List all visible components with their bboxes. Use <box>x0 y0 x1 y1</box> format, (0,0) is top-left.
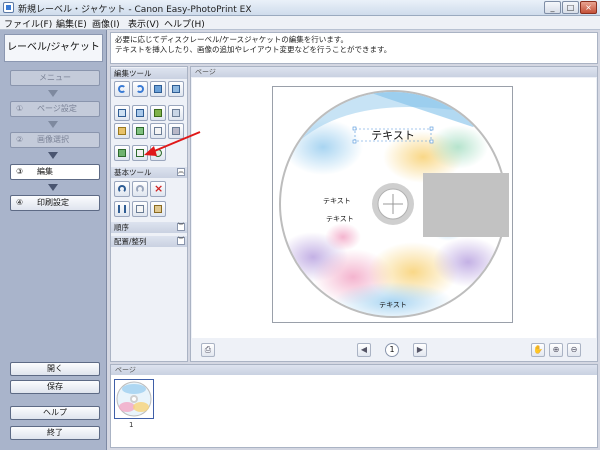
edit-tools-header: 編集ツール <box>111 68 187 79</box>
disc-text[interactable]: テキスト <box>323 197 351 205</box>
menu-file[interactable]: ファイル(F) <box>4 17 52 30</box>
arrange-label: 配置/整列 <box>114 237 147 246</box>
paint-icon[interactable] <box>168 123 184 139</box>
printer-icon[interactable]: ⎙ <box>201 343 215 357</box>
image-placeholder[interactable] <box>423 173 509 237</box>
app-icon <box>3 2 14 13</box>
basic-tools-header: 基本ツール ︽ <box>111 167 187 178</box>
page-number: 1 <box>385 343 399 357</box>
step-label: 画像選択 <box>37 135 69 144</box>
step-label: メニュー <box>39 73 71 82</box>
step-number: ④ <box>16 198 24 207</box>
copy-image-icon[interactable] <box>132 123 148 139</box>
step-image-select[interactable]: ② 画像選択 <box>10 132 100 148</box>
disc-text[interactable]: テキスト <box>326 215 354 223</box>
undo-icon[interactable] <box>114 181 130 197</box>
text-box-icon[interactable] <box>132 105 148 121</box>
step-edit[interactable]: ③ 編集 <box>10 164 100 180</box>
order-header[interactable]: 順序 ︾ <box>111 222 187 233</box>
disc-label[interactable]: テキスト テキスト テキスト テキスト <box>273 87 512 322</box>
step-page-setup[interactable]: ① ページ設定 <box>10 101 100 117</box>
menu-bar: ファイル(F) 編集(E) 画像(I) 表示(V) ヘルプ(H) <box>0 16 600 30</box>
step-number: ② <box>16 135 24 144</box>
chevron-up-icon[interactable]: ︽ <box>177 168 185 176</box>
cut-icon[interactable] <box>114 201 130 217</box>
disc-text[interactable]: テキスト <box>371 129 415 142</box>
sidebar: レーベル/ジャケット メニュー ① ページ設定 ② 画像選択 ③ 編集 ④ 印刷… <box>0 30 107 450</box>
background-icon[interactable] <box>168 105 184 121</box>
copy-icon[interactable] <box>132 201 148 217</box>
chevron-down-icon[interactable]: ︾ <box>177 237 185 245</box>
step-arrow-icon <box>48 121 58 128</box>
description-box: 必要に応じてディスクレーベル/ケースジャケットの編集を行います。 テキストを挿入… <box>110 32 598 64</box>
maximize-button[interactable]: □ <box>562 1 579 14</box>
resize-icon[interactable] <box>114 123 130 139</box>
disc-text[interactable]: テキスト <box>379 301 407 309</box>
menu-image[interactable]: 画像(I) <box>92 17 120 30</box>
order-label: 順序 <box>114 223 129 232</box>
step-print-settings[interactable]: ④ 印刷設定 <box>10 195 100 211</box>
window-title: 新規レーベル・ジャケット - Canon Easy-PhotoPrint EX <box>18 5 252 15</box>
paste-icon[interactable] <box>150 201 166 217</box>
page-nav-row: ⎙ ◀ 1 ▶ ✋ ⊕ ⊖ <box>191 339 597 361</box>
menu-view[interactable]: 表示(V) <box>128 17 159 30</box>
arrange-header[interactable]: 配置/整列 ︾ <box>111 236 187 247</box>
image-icon[interactable] <box>168 81 184 97</box>
thumbnail-panel: ページ 1 <box>110 364 598 448</box>
page-area: ページ テキスト テキスト テキスト テキスト ⎙ ◀ 1 ▶ ✋ ⊕ ⊖ <box>190 66 598 362</box>
rotate-left-icon[interactable] <box>114 81 130 97</box>
rotate-right-icon[interactable] <box>132 81 148 97</box>
sidebar-header: レーベル/ジャケット <box>4 34 103 62</box>
edit-canvas[interactable]: テキスト テキスト テキスト テキスト <box>192 78 596 338</box>
help-button[interactable]: ヘルプ <box>10 406 100 420</box>
step-number: ① <box>16 104 24 113</box>
step-menu[interactable]: メニュー <box>10 70 100 86</box>
redo-icon[interactable] <box>132 181 148 197</box>
hand-tool-icon[interactable]: ✋ <box>531 343 545 357</box>
circle-text-icon[interactable] <box>150 145 166 161</box>
thumbnail-disc-icon <box>116 381 152 417</box>
zoom-out-icon[interactable]: ⊖ <box>567 343 581 357</box>
frame-icon[interactable] <box>114 105 130 121</box>
step-label: 印刷設定 <box>37 198 69 207</box>
chevron-down-icon[interactable]: ︾ <box>177 223 185 231</box>
page-area-header: ページ <box>191 67 597 77</box>
step-arrow-icon <box>48 152 58 159</box>
open-button[interactable]: 開く <box>10 362 100 376</box>
zoom-in-icon[interactable]: ⊕ <box>549 343 563 357</box>
description-line: 必要に応じてディスクレーベル/ケースジャケットの編集を行います。 <box>115 35 348 44</box>
photo-icon[interactable] <box>150 105 166 121</box>
layout-icon[interactable] <box>150 81 166 97</box>
menu-edit[interactable]: 編集(E) <box>56 17 87 30</box>
add-text-icon[interactable] <box>114 145 130 161</box>
step-arrow-icon <box>48 90 58 97</box>
thumbnail-header: ページ <box>111 365 597 375</box>
step-label: ページ設定 <box>37 104 77 113</box>
description-line: テキストを挿入したり、画像の追加やレイアウト変更などを行うことができます。 <box>115 45 392 54</box>
text-edit-icon[interactable] <box>132 145 148 161</box>
save-button[interactable]: 保存 <box>10 380 100 394</box>
title-bar: 新規レーベル・ジャケット - Canon Easy-PhotoPrint EX … <box>0 0 600 16</box>
label-sheet: テキスト テキスト テキスト テキスト <box>272 86 513 323</box>
next-page-button[interactable]: ▶ <box>413 343 427 357</box>
settings-icon[interactable] <box>150 123 166 139</box>
minimize-button[interactable]: _ <box>544 1 561 14</box>
step-label: 編集 <box>37 167 53 176</box>
tools-panel: 編集ツール 基本ツール ︽ × 順序 ︾ 配置/整列 ︾ <box>110 66 188 362</box>
delete-icon[interactable]: × <box>150 181 166 197</box>
step-number: ③ <box>16 167 24 176</box>
thumbnail-item[interactable] <box>114 379 154 419</box>
thumbnail-number: 1 <box>129 421 134 429</box>
prev-page-button[interactable]: ◀ <box>357 343 371 357</box>
exit-button[interactable]: 終了 <box>10 426 100 440</box>
close-button[interactable]: × <box>580 1 597 14</box>
basic-tools-label: 基本ツール <box>114 168 152 177</box>
step-arrow-icon <box>48 184 58 191</box>
menu-help[interactable]: ヘルプ(H) <box>164 17 205 30</box>
